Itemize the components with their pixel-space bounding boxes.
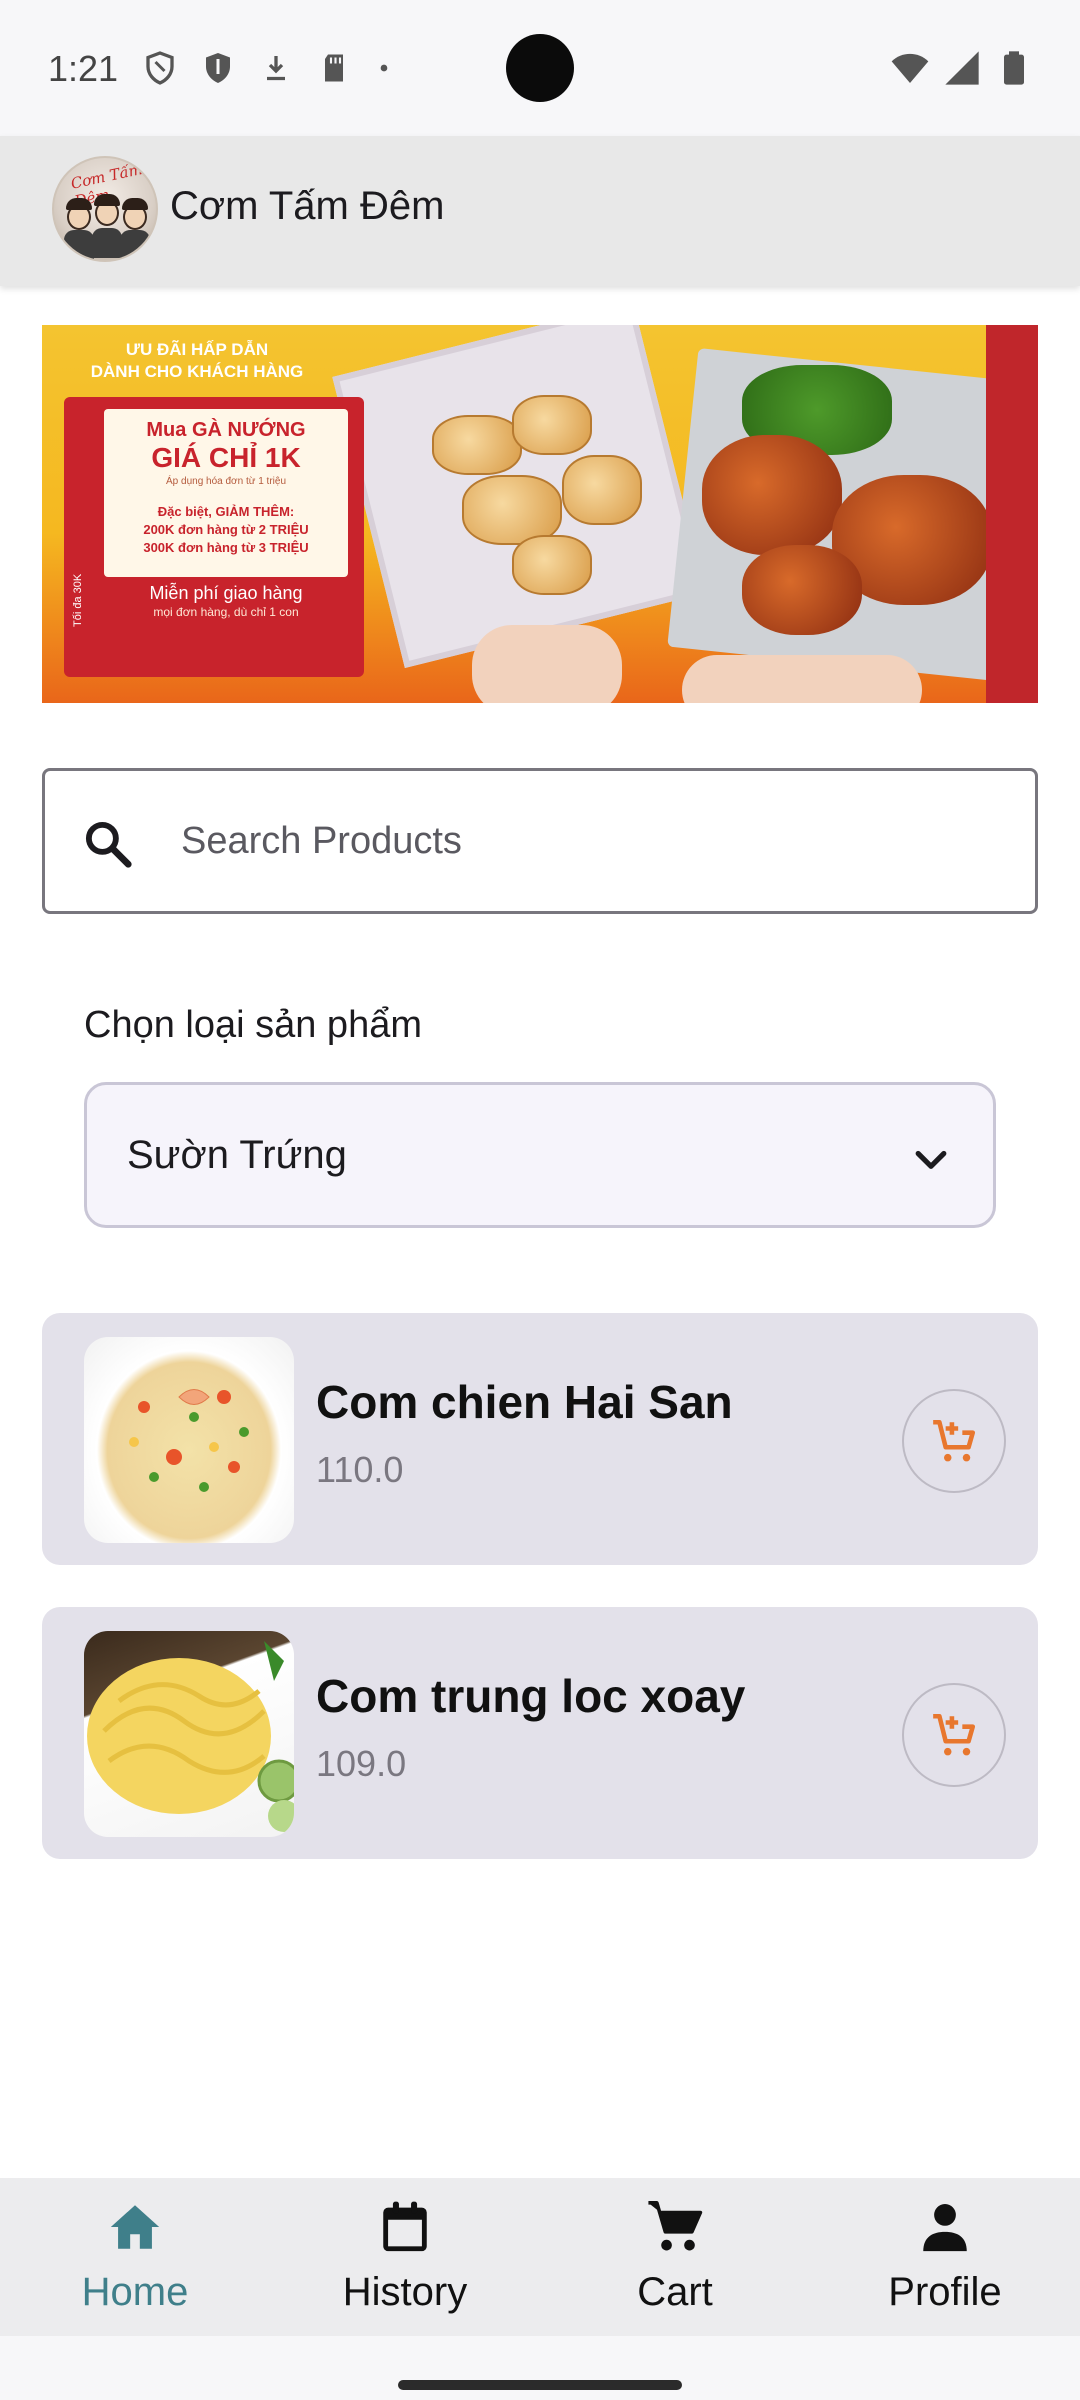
- signal-icon: [945, 51, 979, 85]
- product-price: 109.0: [316, 1743, 407, 1784]
- promo-banner[interactable]: ƯU ĐÃI HẤP DẪN DÀNH CHO KHÁCH HÀNG Mua G…: [42, 325, 1038, 703]
- offer-line2: GIÁ CHỈ 1K: [151, 442, 301, 473]
- product-name: Com trung loc xoay: [316, 1670, 746, 1722]
- nav-item-cart[interactable]: Cart: [540, 2178, 810, 2336]
- home-gesture-bar[interactable]: [398, 2380, 682, 2390]
- nav-item-home[interactable]: Home: [0, 2178, 270, 2336]
- status-bar: 1:21: [0, 0, 1080, 136]
- nav-label-history: History: [342, 2270, 468, 2314]
- search-box[interactable]: [42, 768, 1038, 914]
- add-to-cart-icon: [933, 1713, 976, 1756]
- app-title: Cơm Tấm Đêm: [170, 184, 445, 228]
- chevron-down-icon: [915, 1150, 947, 1169]
- shipping-title: Miễn phí giao hàng: [149, 583, 303, 603]
- add-to-cart-button[interactable]: [902, 1683, 1006, 1787]
- system-status-icons: [890, 48, 1034, 88]
- add-to-cart-button[interactable]: [902, 1389, 1006, 1493]
- category-dropdown[interactable]: Sườn Trứng: [84, 1082, 996, 1228]
- search-icon: [85, 821, 132, 868]
- product-card[interactable]: Com trung loc xoay 109.0: [42, 1607, 1038, 1859]
- shield-filled-icon: [206, 53, 230, 83]
- dot-icon: [380, 64, 388, 72]
- product-image: [84, 1631, 294, 1837]
- status-time: 1:21: [48, 48, 119, 89]
- product-image: [84, 1337, 294, 1543]
- nav-item-profile[interactable]: Profile: [810, 2178, 1080, 2336]
- side-note: Tối đa 30K: [72, 573, 84, 627]
- add-to-cart-icon: [933, 1419, 976, 1462]
- banner-headline: ƯU ĐÃI HẤP DẪN DÀNH CHO KHÁCH HÀNG: [90, 340, 304, 381]
- battery-icon: [1004, 51, 1024, 85]
- cart-icon: [648, 2201, 703, 2251]
- download-icon: [267, 56, 285, 81]
- restaurant-logo: Cơm Tấm Đêm: [52, 156, 158, 262]
- shield-outline-icon: [146, 51, 174, 85]
- category-selected-value: Sườn Trứng: [127, 1133, 347, 1177]
- wifi-icon: [891, 53, 929, 83]
- gesture-area: [0, 2336, 1080, 2400]
- banner-offer-ticket: Mua GÀ NƯỚNG GIÁ CHỈ 1K Áp dụng hóa đơn …: [64, 397, 364, 677]
- offer-note: Áp dụng hóa đơn từ 1 triệu: [166, 476, 286, 487]
- calendar-icon: [383, 2201, 427, 2252]
- sd-card-icon: [325, 54, 343, 82]
- front-camera: [506, 34, 574, 102]
- nav-label-home: Home: [81, 2270, 189, 2314]
- nav-label-profile: Profile: [888, 2270, 1002, 2314]
- product-price: 110.0: [316, 1449, 404, 1490]
- bottom-navigation: Home History Cart Profile: [0, 2178, 1080, 2336]
- search-input[interactable]: [181, 809, 1001, 873]
- category-label: Chọn loại sản phẩm: [84, 1004, 422, 1046]
- nav-label-cart: Cart: [637, 2270, 713, 2314]
- person-icon: [923, 2204, 967, 2252]
- shipping-note: mọi đơn hàng, dù chỉ 1 con: [153, 605, 299, 619]
- notification-icons: [142, 50, 394, 86]
- home-icon: [110, 2205, 160, 2249]
- app-bar: Cơm Tấm Đêm Cơm Tấm Đêm: [0, 136, 1080, 286]
- offer-extra: Đặc biệt, GIẢM THÊM: 200K đơn hàng từ 2 …: [143, 504, 309, 555]
- product-card[interactable]: Com chien Hai San 110.0: [42, 1313, 1038, 1565]
- offer-line1: Mua GÀ NƯỚNG: [146, 419, 306, 441]
- nav-item-history[interactable]: History: [270, 2178, 540, 2336]
- product-name: Com chien Hai San: [316, 1376, 733, 1428]
